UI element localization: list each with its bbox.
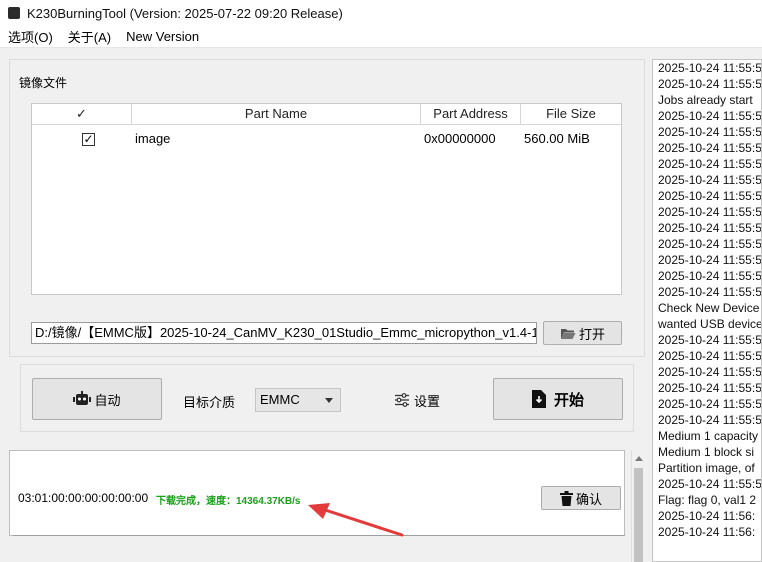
file-download-icon [531, 390, 546, 408]
confirm-button[interactable]: 确认 [541, 486, 621, 510]
log-line: 2025-10-24 11:55:5 [658, 109, 762, 123]
row-file-size: 560.00 MiB [524, 131, 590, 146]
start-button[interactable]: 开始 [493, 378, 623, 420]
log-line: Check New Device [658, 301, 760, 315]
log-line: 2025-10-24 11:55:5 [658, 349, 762, 363]
settings-button[interactable]: 设置 [394, 389, 440, 411]
log-line: 2025-10-24 11:55:5 [658, 333, 762, 347]
menu-bar: 选项(O) 关于(A) New Version [0, 26, 762, 48]
folder-icon [560, 328, 576, 339]
row-part-name: image [135, 131, 171, 146]
log-line: Medium 1 block si [658, 445, 755, 459]
log-line: 2025-10-24 11:55:5 [658, 205, 762, 219]
settings-label: 设置 [414, 393, 441, 409]
log-line: 2025-10-24 11:55:5 [658, 61, 762, 75]
log-line: 2025-10-24 11:55:5 [658, 221, 762, 235]
start-button-label: 开始 [553, 391, 584, 409]
header-file-size[interactable]: File Size [521, 104, 621, 125]
log-line: Partition image, of [658, 461, 755, 475]
log-line: 2025-10-24 11:55:5 [658, 253, 762, 267]
status-panel: 03:01:00:00:00:00:00:00 下载完成，速度：14364.37… [9, 450, 625, 536]
title-bar: K230BurningTool (Version: 2025-07-22 09:… [0, 0, 762, 26]
control-group: 自动 目标介质 EMMC 设置 开始 [20, 364, 634, 432]
confirm-button-label: 确认 [575, 491, 602, 507]
log-line: 2025-10-24 11:55:5 [658, 381, 762, 395]
partition-table: ✓ Part Name Part Address File Size ✓ ima… [31, 103, 622, 295]
log-line: 2025-10-24 11:56: [658, 525, 756, 539]
scroll-up-icon[interactable] [635, 456, 643, 461]
log-line: Jobs already start [658, 93, 753, 107]
log-panel[interactable]: 2025-10-24 11:55:5 2025-10-24 11:55:5 Jobs… [652, 59, 762, 562]
sliders-icon [395, 393, 409, 407]
menu-new-version[interactable]: New Version [118, 29, 206, 44]
status-divider [13, 535, 625, 536]
chevron-down-icon [325, 398, 333, 403]
log-line: Medium 1 capacity [658, 429, 759, 443]
target-medium-label: 目标介质 [183, 395, 236, 410]
target-medium-select[interactable]: EMMC [255, 388, 341, 412]
header-part-name[interactable]: Part Name [132, 104, 421, 125]
window-title: K230BurningTool (Version: 2025-07-22 09:… [27, 5, 343, 21]
log-line: 2025-10-24 11:55:5 [658, 173, 762, 187]
image-group-label: 镜像文件 [19, 76, 68, 90]
open-button[interactable]: 打开 [543, 321, 622, 345]
log-line: 2025-10-24 11:55:5 [658, 125, 762, 139]
log-line: 2025-10-24 11:55:5 [658, 157, 762, 171]
header-part-address[interactable]: Part Address [421, 104, 521, 125]
log-line: 2025-10-24 11:55:5 [658, 189, 762, 203]
log-line: wanted USB device [658, 317, 762, 331]
image-file-group: 镜像文件 ✓ Part Name Part Address File Size … [9, 59, 645, 357]
log-line: 2025-10-24 11:55:5 [658, 365, 762, 379]
menu-about[interactable]: 关于(A) [60, 27, 118, 46]
device-port-code: 03:01:00:00:00:00:00:00 [18, 491, 149, 505]
log-line: 2025-10-24 11:55:5 [658, 285, 762, 299]
log-line: 2025-10-24 11:55:5 [658, 477, 762, 491]
log-line: 2025-10-24 11:55:5 [658, 269, 762, 283]
row-checkbox[interactable]: ✓ [82, 133, 95, 146]
scrollbar-thumb[interactable] [634, 468, 643, 562]
auto-button-label: 自动 [94, 392, 121, 408]
target-medium-value: EMMC [260, 392, 300, 407]
table-row[interactable]: ✓ image 0x00000000 560.00 MiB [32, 128, 621, 150]
row-part-address: 0x00000000 [424, 131, 496, 146]
open-button-label: 打开 [578, 326, 605, 342]
download-status-message: 下载完成，速度：14364.37KB/s [156, 496, 301, 507]
log-line: Flag: flag 0, val1 2 [658, 493, 757, 507]
header-check[interactable]: ✓ [32, 104, 132, 125]
trash-icon [559, 490, 573, 506]
log-line: 2025-10-24 11:55:5 [658, 237, 762, 251]
log-line: 2025-10-24 11:55:5 [658, 397, 762, 411]
menu-options[interactable]: 选项(O) [0, 27, 60, 46]
log-line: 2025-10-24 11:55:5 [658, 141, 762, 155]
log-line: 2025-10-24 11:55:5 [658, 413, 762, 427]
robot-icon [73, 391, 92, 405]
app-icon [8, 7, 20, 19]
log-line: 2025-10-24 11:56: [658, 509, 756, 523]
table-header: ✓ Part Name Part Address File Size [32, 104, 621, 125]
auto-button[interactable]: 自动 [32, 378, 162, 420]
image-path-input[interactable]: D:/镜像/【EMMC版】2025-10-24_CanMV_K230_01Stu… [31, 322, 537, 344]
status-scrollbar[interactable] [631, 450, 644, 562]
log-line: 2025-10-24 11:55:5 [658, 77, 762, 91]
